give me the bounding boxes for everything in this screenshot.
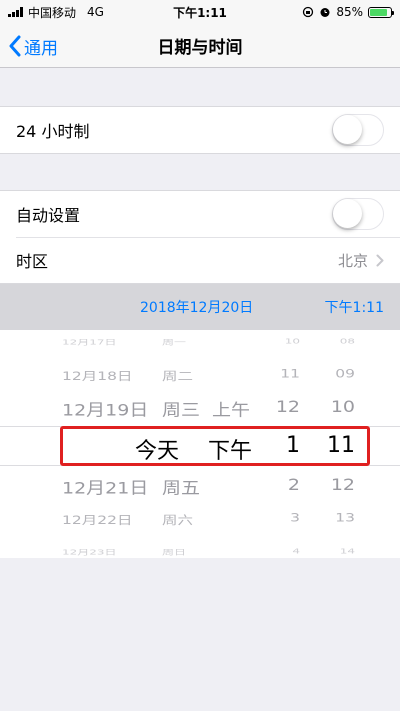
carrier-label: 中国移动 [28, 5, 77, 20]
picker-hour: 12 [275, 397, 300, 417]
picker-hour: 1 [286, 432, 300, 458]
chevron-right-icon [376, 254, 384, 266]
battery-percent: 85% [336, 5, 363, 19]
auto-set-row: 自动设置 [0, 191, 400, 237]
picker-row[interactable]: 12月17日 周一 10 08 [0, 336, 400, 347]
timezone-value: 北京 [337, 251, 368, 270]
battery-icon [368, 6, 394, 18]
picker-weekday: 周二 [162, 369, 194, 383]
date-time-header[interactable]: 2018年12月20日 下午1:11 [0, 284, 400, 330]
hour-format-group: 24 小时制 [0, 106, 400, 154]
status-right: 85% [302, 5, 394, 19]
status-left: 中国移动 4G [8, 4, 104, 21]
page-title: 日期与时间 [157, 38, 243, 58]
picker-minute: 14 [339, 546, 355, 555]
picker-row[interactable]: 12月22日 周六 3 13 [0, 511, 400, 527]
chevron-left-icon [9, 35, 21, 57]
auto-set-label: 自动设置 [16, 206, 81, 225]
signal-icon [8, 7, 23, 17]
hour24-label: 24 小时制 [16, 122, 90, 141]
picker-minute: 08 [339, 336, 355, 345]
picker-date: 12月19日 [62, 400, 149, 420]
nav-bar: 通用 日期与时间 [0, 24, 400, 68]
picker-date: 12月18日 [62, 369, 133, 383]
picker-row[interactable]: 12月23日 周日 4 14 [0, 546, 400, 557]
picker-date: 12月17日 [62, 337, 117, 347]
picker-date: 12月22日 [62, 513, 133, 527]
status-bar: 中国移动 4G 下午1:11 85% [0, 0, 400, 24]
picker-hour: 11 [280, 367, 300, 381]
picker-weekday: 今天 [135, 438, 180, 464]
network-label: 4G [87, 5, 104, 19]
picker-minute: 09 [335, 367, 355, 381]
hour24-toggle[interactable] [332, 114, 384, 146]
back-button-label: 通用 [24, 38, 58, 59]
picker-hour: 3 [290, 511, 300, 525]
picker-row[interactable]: 12月21日 周五 2 12 [0, 475, 400, 498]
picker-weekday: 周五 [162, 478, 201, 498]
orientation-lock-icon [303, 6, 314, 18]
timezone-label: 时区 [16, 252, 49, 271]
picker-ampm: 上午 [212, 400, 251, 420]
auto-set-toggle[interactable] [332, 198, 384, 230]
picker-weekday: 周六 [162, 513, 194, 527]
picker-row[interactable]: 12月18日 周二 11 09 [0, 367, 400, 383]
picker-weekday: 周日 [162, 547, 187, 557]
picker-weekday: 周一 [162, 337, 187, 347]
picker-hour: 10 [284, 336, 300, 345]
picker-hour: 2 [287, 475, 300, 495]
picker-weekday: 周三 [162, 400, 201, 420]
picker-date: 12月21日 [62, 478, 149, 498]
picker-minute: 10 [330, 397, 355, 417]
picker-minute: 12 [330, 475, 355, 495]
picker-minute: 13 [335, 511, 355, 525]
picker-ampm: 下午 [208, 438, 253, 464]
toggle-knob [333, 199, 362, 228]
picker-hour: 4 [292, 546, 300, 555]
timezone-row[interactable]: 时区 北京 [0, 237, 400, 283]
battery-fill [370, 8, 387, 16]
alarm-icon [320, 8, 330, 17]
hour24-row: 24 小时制 [0, 107, 400, 153]
selected-time-label: 下午1:11 [324, 300, 384, 316]
toggle-knob [333, 115, 362, 144]
picker-row[interactable]: 12月19日 周三 上午 12 10 [0, 397, 400, 420]
picker-minute: 11 [327, 432, 355, 458]
date-time-picker[interactable]: 12月17日 周一 10 08 12月18日 周二 11 09 12月19日 周三 上午 12 10 今天… [0, 330, 400, 558]
timezone-value-wrap: 北京 [338, 250, 384, 271]
picker-row-selected[interactable]: 今天 下午 1 11 [0, 432, 400, 464]
back-button[interactable]: 通用 [8, 24, 58, 68]
selected-date-label: 2018年12月20日 [140, 300, 254, 316]
picker-date: 12月23日 [62, 547, 117, 557]
auto-time-group: 自动设置 时区 北京 [0, 190, 400, 284]
